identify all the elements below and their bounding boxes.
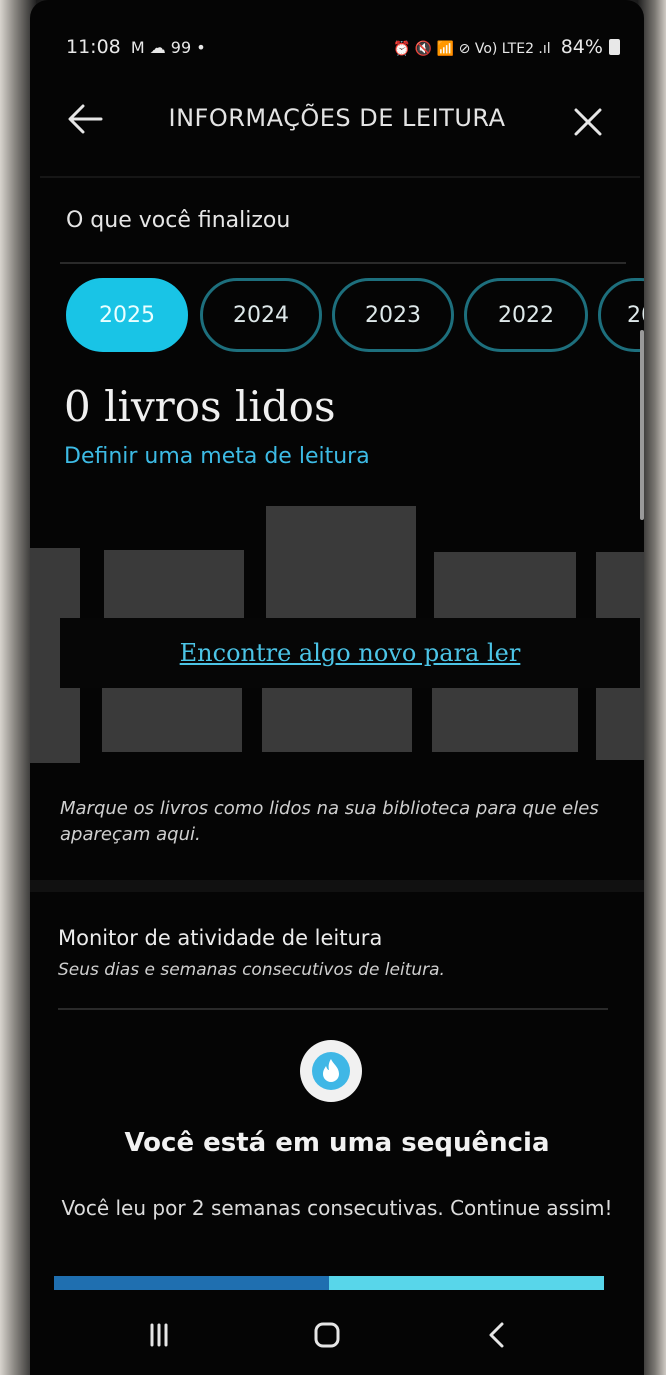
- year-chip-2022[interactable]: 2022: [464, 278, 588, 352]
- battery-level: 84%: [560, 36, 603, 58]
- system-nav-bar: [30, 1300, 644, 1375]
- arrow-left-icon: [68, 104, 103, 134]
- monitor-divider: [58, 1008, 608, 1010]
- section-divider: [60, 262, 626, 264]
- system-status: ⏰ 🔇 📶 ⊘ Vo) LTE2 .ıl 84%: [393, 36, 620, 58]
- chevron-left-icon: [489, 1322, 504, 1348]
- system-icons: ⏰ 🔇 📶 ⊘ Vo) LTE2 .ıl: [393, 41, 551, 57]
- page-title: INFORMAÇÕES DE LEITURA: [168, 104, 506, 132]
- streak-badge: [300, 1040, 362, 1102]
- streak-description: Você leu por 2 semanas consecutivas. Con…: [61, 1196, 613, 1220]
- back-button[interactable]: [54, 88, 116, 150]
- section-divider: [30, 880, 644, 892]
- activity-monitor-title: Monitor de atividade de leitura: [58, 926, 383, 950]
- notification-icons: M ☁ 99 •: [130, 38, 206, 57]
- activity-monitor-subtitle: Seus dias e semanas consecutivos de leit…: [58, 960, 445, 980]
- cover-placeholder: [432, 686, 578, 752]
- scrollbar[interactable]: [640, 330, 644, 520]
- streak-progress-bar: [54, 1276, 604, 1290]
- streak-progress-fill: [54, 1276, 329, 1290]
- close-button[interactable]: [562, 96, 614, 148]
- year-chip-2025[interactable]: 2025: [66, 278, 188, 352]
- year-chip-2023[interactable]: 2023: [332, 278, 454, 352]
- header-divider: [40, 176, 640, 178]
- cover-placeholder: [262, 688, 412, 752]
- nav-back-button[interactable]: [470, 1308, 524, 1362]
- cover-placeholder: [102, 686, 242, 752]
- top-bar: INFORMAÇÕES DE LEITURA: [30, 88, 644, 158]
- find-something-new-link[interactable]: Encontre algo novo para ler: [180, 639, 521, 667]
- find-something-banner: Encontre algo novo para ler: [60, 618, 640, 688]
- phone-screen: 11:08 M ☁ 99 • ⏰ 🔇 📶 ⊘ Vo) LTE2 .ıl 84% …: [30, 0, 644, 1375]
- recents-icon: [150, 1323, 168, 1347]
- recents-button[interactable]: [132, 1308, 186, 1362]
- home-button[interactable]: [300, 1308, 354, 1362]
- close-icon: [574, 108, 602, 136]
- cover-placeholder: [104, 550, 244, 620]
- cover-placeholder: [434, 552, 576, 622]
- year-chip-2024[interactable]: 2024: [200, 278, 322, 352]
- cover-placeholder: [266, 506, 416, 618]
- status-bar: 11:08 M ☁ 99 • ⏰ 🔇 📶 ⊘ Vo) LTE2 .ıl 84%: [66, 36, 632, 66]
- mark-books-hint: Marque os livros como lidos na sua bibli…: [60, 798, 599, 845]
- books-read-count: 0 livros lidos: [64, 382, 336, 431]
- set-reading-goal-link[interactable]: Definir uma meta de leitura: [64, 444, 370, 469]
- section-title-finished: O que você finalizou: [66, 208, 291, 233]
- battery-icon: [609, 39, 620, 55]
- flame-icon: [312, 1052, 350, 1090]
- status-time: 11:08 M ☁ 99 •: [66, 36, 206, 58]
- year-chip-partial[interactable]: 20: [598, 278, 644, 352]
- home-icon: [314, 1322, 340, 1348]
- streak-title: Você está em uma sequência: [124, 1128, 550, 1158]
